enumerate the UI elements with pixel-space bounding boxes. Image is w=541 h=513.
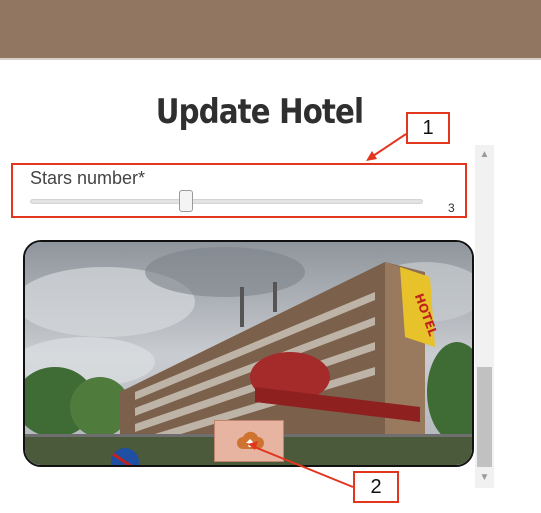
stars-label: Stars number*	[30, 168, 146, 188]
scroll-up-icon[interactable]: ▲	[475, 147, 494, 163]
stars-slider-thumb[interactable]	[179, 190, 193, 212]
stars-field: Stars number* 3	[11, 163, 467, 218]
stars-slider-track[interactable]	[30, 199, 423, 204]
annotation-callout-1: 1	[406, 112, 450, 144]
scrollbar-thumb[interactable]	[477, 367, 492, 467]
stars-value: 3	[448, 201, 455, 215]
scroll-down-icon[interactable]: ▼	[475, 470, 494, 486]
top-bar-divider	[0, 58, 541, 60]
upload-photo-button[interactable]	[214, 420, 284, 462]
hotel-photo: HOTEL	[23, 240, 474, 467]
top-bar	[0, 0, 541, 58]
annotation-callout-2: 2	[353, 471, 399, 503]
scrollbar[interactable]: ▲ ▼	[475, 145, 494, 488]
cloud-upload-icon	[237, 431, 264, 449]
